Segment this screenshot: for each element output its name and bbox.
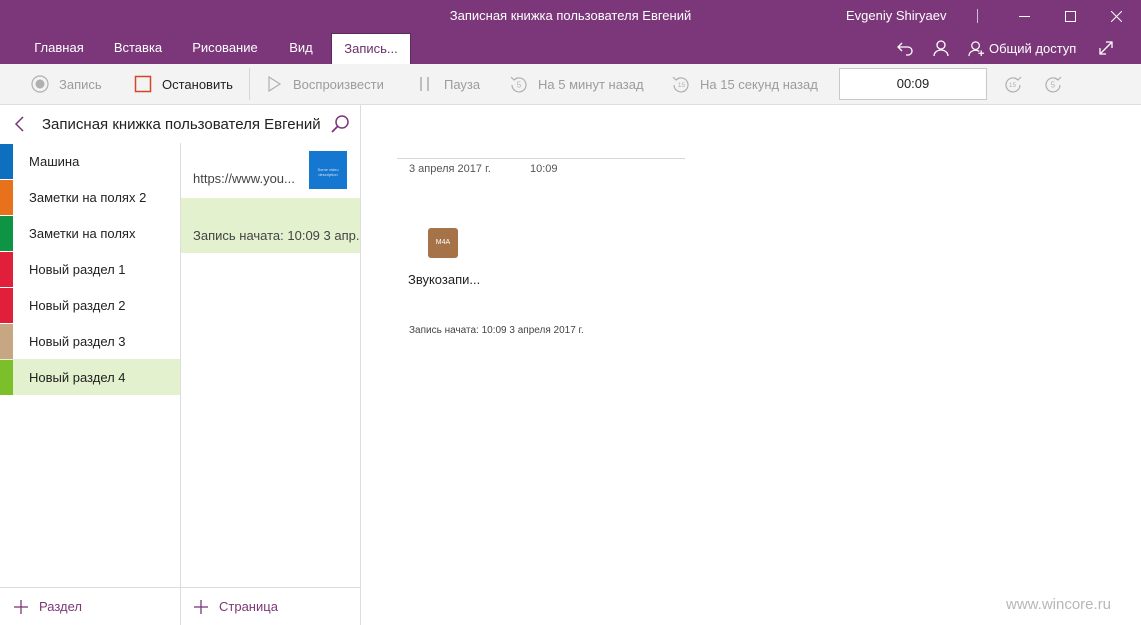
section-color-tab	[0, 287, 13, 323]
undo-icon	[897, 42, 913, 56]
plus-icon	[14, 599, 28, 614]
search-icon[interactable]	[330, 114, 350, 134]
ribbon-tabs: Главная Вставка Рисование Вид Запись... …	[0, 32, 1141, 64]
window-title: Записная книжка пользователя Евгений	[449, 8, 692, 23]
sections-pane: Машина Заметки на полях 2 Заметки на пол…	[0, 143, 181, 625]
rewind-5-icon: 5	[510, 76, 527, 93]
record-label: Запись	[59, 76, 102, 92]
section-item[interactable]: Новый раздел 3	[0, 323, 180, 359]
minimize-button[interactable]	[1001, 0, 1047, 32]
rewind-15-number: 15	[678, 82, 686, 89]
share-person-icon	[968, 40, 985, 56]
page-thumbnail: Some video description	[309, 151, 347, 189]
pages-pane: https://www.you... Some video descriptio…	[181, 143, 361, 625]
section-color-tab	[0, 215, 13, 251]
section-item[interactable]: Машина	[0, 143, 180, 179]
section-item[interactable]: Новый раздел 1	[0, 251, 180, 287]
notebook-header: Записная книжка пользователя Евгений	[0, 105, 361, 143]
pause-label: Пауза	[444, 76, 481, 92]
play-label: Воспроизвести	[293, 76, 384, 92]
record-button[interactable]: Запись	[31, 64, 102, 104]
page-time: 10:09	[530, 163, 558, 175]
audio-file-icon[interactable]: M4A	[428, 228, 458, 258]
page-content[interactable]: 3 апреля 2017 г. 10:09 M4A Звукозапи... …	[361, 105, 1141, 625]
page-title: Запись начата: 10:09 3 апр...	[193, 228, 359, 243]
recording-started-note[interactable]: Запись начата: 10:09 3 апреля 2017 г.	[409, 325, 584, 336]
tab-draw[interactable]: Рисование	[182, 32, 268, 64]
section-color-tab	[0, 143, 13, 179]
plus-icon	[194, 599, 208, 614]
page-item-selected[interactable]: Запись начата: 10:09 3 апр...	[181, 198, 360, 253]
page-date: 3 апреля 2017 г.	[409, 163, 491, 175]
section-label: Новый раздел 1	[29, 261, 126, 277]
maximize-button[interactable]	[1047, 0, 1093, 32]
share-label: Общий доступ	[989, 40, 1077, 56]
page-title: https://www.you...	[193, 171, 295, 186]
tab-recording[interactable]: Запись...	[331, 33, 411, 64]
section-item[interactable]: Заметки на полях 2	[0, 179, 180, 215]
section-label: Новый раздел 4	[29, 369, 126, 385]
section-label: Новый раздел 3	[29, 333, 126, 349]
recording-toolbar: Запись Остановить Воспроизвести Пауза 5 …	[0, 64, 1141, 105]
tab-insert[interactable]: Вставка	[104, 32, 172, 64]
rewind-5min-button[interactable]: 5 На 5 минут назад	[510, 64, 644, 104]
section-item[interactable]: Заметки на полях	[0, 215, 180, 251]
recording-timer: 00:09	[839, 68, 987, 100]
title-bar: Записная книжка пользователя Евгений Evg…	[0, 0, 1141, 32]
pause-icon	[420, 77, 429, 91]
rewind-15-icon: 15	[672, 76, 689, 93]
stop-label: Остановить	[162, 76, 233, 92]
back-arrow-icon[interactable]	[12, 115, 28, 133]
watermark: www.wincore.ru	[1006, 596, 1112, 613]
person-icon	[933, 40, 949, 57]
section-color-tab	[0, 251, 13, 287]
record-icon	[31, 75, 49, 93]
account-button[interactable]	[931, 38, 951, 58]
maximize-icon	[1064, 10, 1076, 22]
rewind-15sec-button[interactable]: 15 На 15 секунд назад	[672, 64, 818, 104]
share-button[interactable]: Общий доступ	[968, 32, 1076, 64]
play-button[interactable]: Воспроизвести	[265, 64, 384, 104]
page-item[interactable]: https://www.you... Some video descriptio…	[181, 143, 360, 198]
forward-5-icon[interactable]: 5	[1044, 75, 1062, 93]
audio-file-name[interactable]: Звукозапи...	[408, 272, 480, 287]
section-color-tab	[0, 359, 13, 395]
add-page-label: Страница	[219, 599, 278, 614]
section-label: Заметки на полях	[29, 225, 136, 241]
user-name[interactable]: Evgeniy Shiryaev	[846, 8, 946, 23]
pause-button[interactable]: Пауза	[416, 64, 480, 104]
section-label: Машина	[29, 153, 80, 169]
tab-home[interactable]: Главная	[22, 32, 96, 64]
rewind-15sec-label: На 15 секунд назад	[700, 76, 818, 92]
toolbar-separator	[249, 68, 250, 100]
section-item-selected[interactable]: Новый раздел 4	[0, 359, 180, 395]
section-label: Заметки на полях 2	[29, 189, 147, 205]
title-separator	[977, 9, 978, 23]
section-color-tab	[0, 323, 13, 359]
rewind-5min-label: На 5 минут назад	[538, 76, 644, 92]
add-section-button[interactable]: Раздел	[0, 587, 181, 625]
expand-icon	[1099, 41, 1113, 55]
section-color-tab	[0, 179, 13, 215]
notebook-name[interactable]: Записная книжка пользователя Евгений	[42, 116, 321, 133]
forward-15-icon[interactable]: 15	[1004, 75, 1022, 93]
section-label: Новый раздел 2	[29, 297, 126, 313]
minimize-icon	[1018, 15, 1030, 17]
title-underline	[397, 158, 685, 159]
section-item[interactable]: Новый раздел 2	[0, 287, 180, 323]
fullscreen-button[interactable]	[1096, 38, 1116, 58]
play-icon	[268, 75, 282, 93]
rewind-5-number: 5	[517, 81, 522, 90]
close-icon	[1110, 10, 1122, 22]
close-button[interactable]	[1093, 0, 1139, 32]
tab-view[interactable]: Вид	[279, 32, 323, 64]
stop-icon	[134, 75, 152, 93]
add-section-label: Раздел	[39, 599, 82, 614]
undo-button[interactable]	[895, 38, 915, 58]
forward-5-number: 5	[1051, 81, 1056, 90]
forward-15-number: 15	[1009, 82, 1017, 89]
stop-button[interactable]: Остановить	[134, 64, 233, 104]
add-page-button[interactable]: Страница	[181, 587, 361, 625]
